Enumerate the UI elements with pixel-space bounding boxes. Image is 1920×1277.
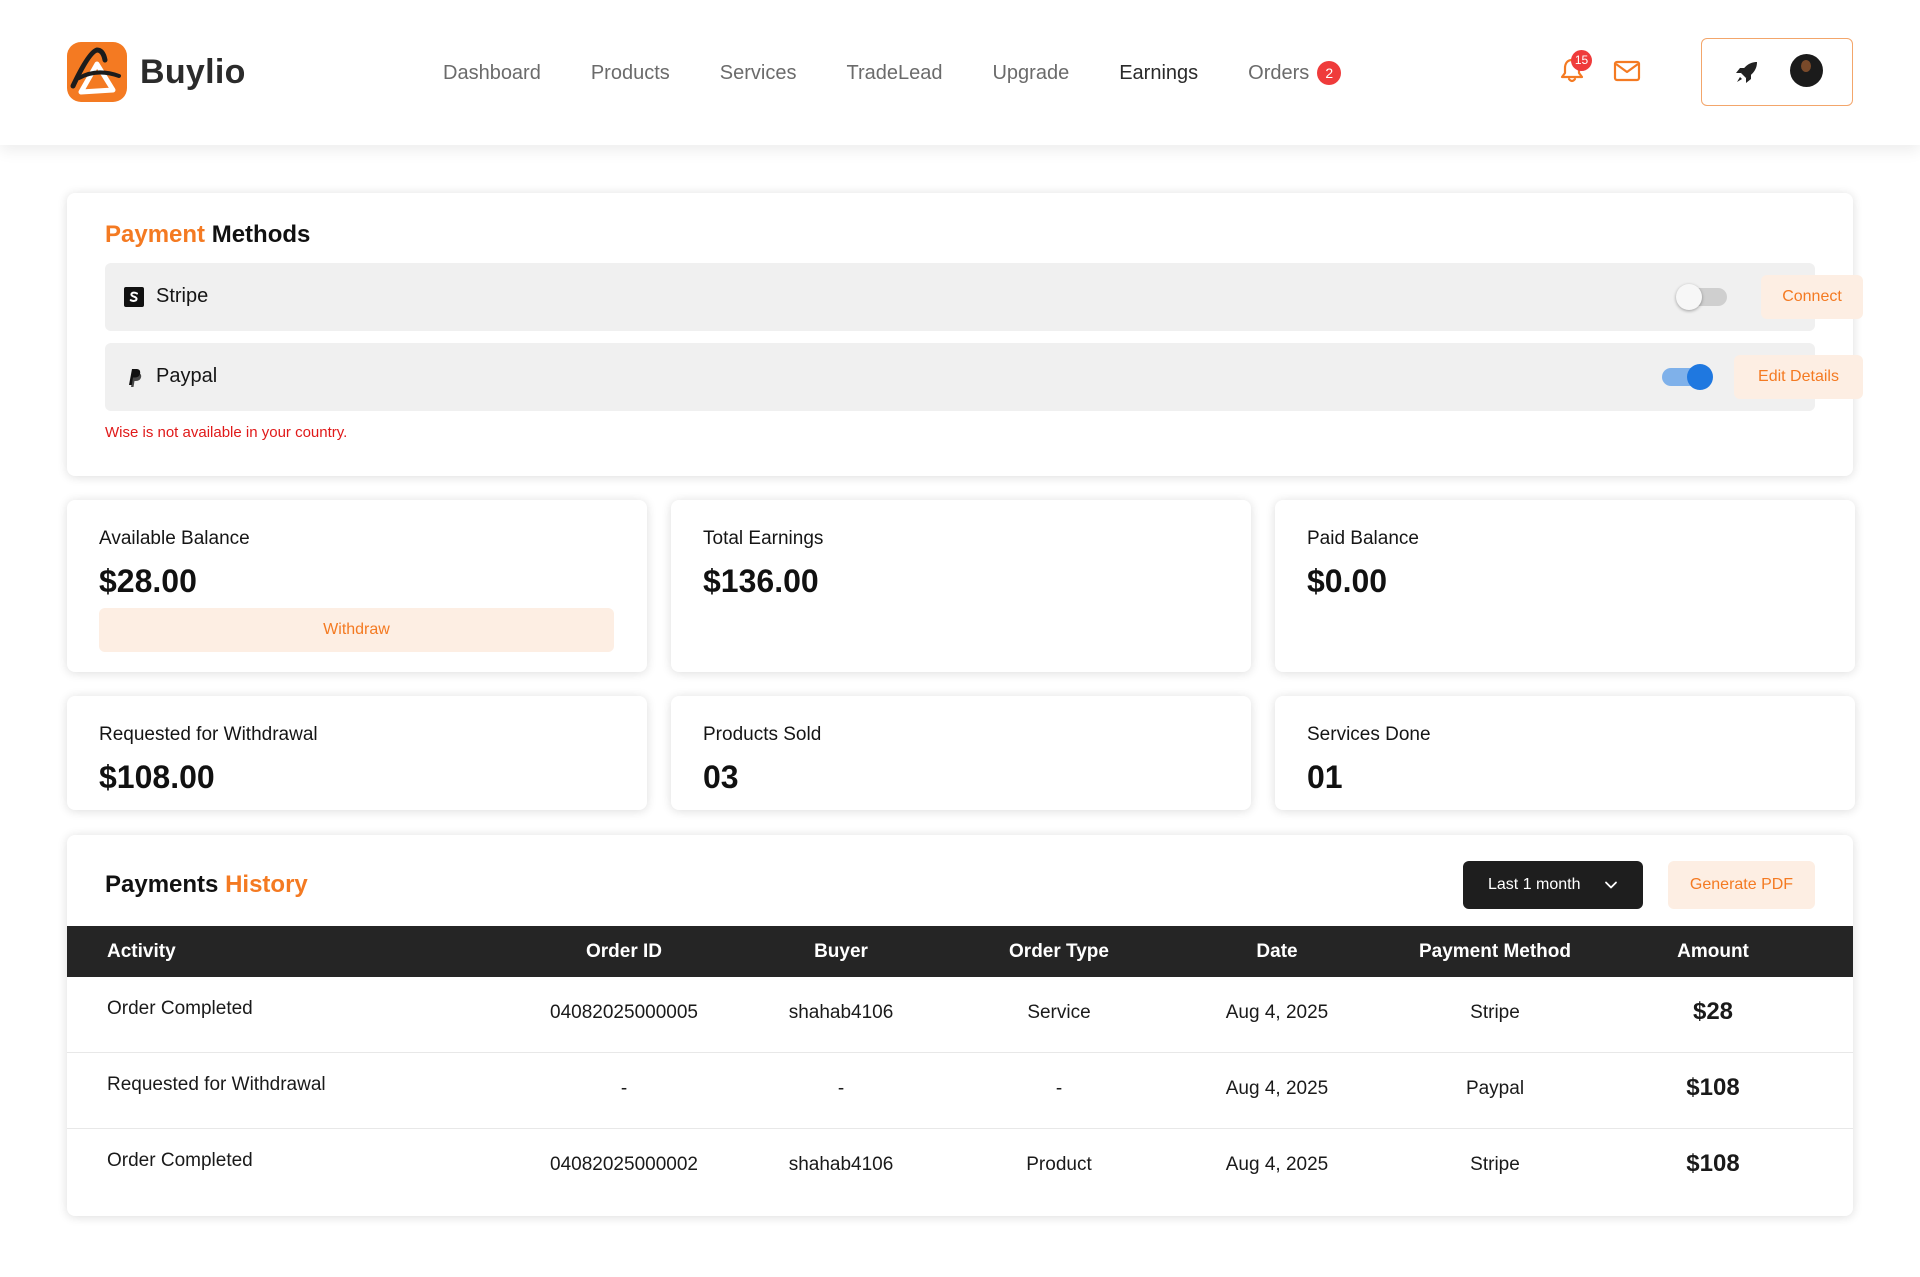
cell-order-id: 04082025000002	[550, 1154, 698, 1175]
table-row[interactable]: Order Completed 04082025000002 shahab410…	[67, 1129, 1853, 1205]
top-header: Buylio Dashboard Products Services Trade…	[0, 0, 1920, 145]
stat-label: Products Sold	[703, 724, 822, 745]
stat-value: $0.00	[1307, 563, 1388, 599]
nav-dashboard[interactable]: Dashboard	[443, 62, 541, 85]
table-header: Activity Order ID Buyer Order Type Date …	[67, 926, 1853, 977]
cell-activity: Requested for Withdrawal	[107, 1074, 326, 1095]
stat-label: Available Balance	[99, 528, 250, 549]
stat-available-balance: Available Balance $28.00 Withdraw	[67, 500, 647, 672]
toggle-knob	[1676, 284, 1702, 310]
cell-buyer: shahab4106	[788, 1002, 894, 1023]
cell-order-type: Service	[1027, 1002, 1091, 1023]
toggle-knob	[1687, 364, 1713, 390]
nav-orders-label: Orders	[1248, 61, 1310, 84]
cell-buyer: shahab4106	[788, 1154, 894, 1175]
cell-activity: Order Completed	[107, 1150, 253, 1171]
main-nav: Dashboard Products Services TradeLead Up…	[443, 58, 1391, 88]
cell-date: Aug 4, 2025	[1225, 1002, 1329, 1023]
period-select-value: Last 1 month	[1488, 876, 1581, 893]
generate-pdf-button[interactable]: Generate PDF	[1668, 861, 1815, 909]
stat-paid-balance: Paid Balance $0.00	[1275, 500, 1855, 672]
nav-tradelead[interactable]: TradeLead	[846, 62, 942, 85]
cell-order-id: 04082025000005	[550, 1002, 698, 1023]
title-rest: Payments	[105, 871, 219, 898]
brand-logo[interactable]: Buylio	[67, 42, 246, 102]
nav-upgrade[interactable]: Upgrade	[992, 62, 1069, 85]
stat-services-done: Services Done 01	[1275, 696, 1855, 810]
cell-order-type: -	[1055, 1078, 1063, 1099]
nav-earnings[interactable]: Earnings	[1119, 62, 1198, 85]
nav-orders[interactable]: Orders 2	[1248, 61, 1342, 85]
cell-payment-method: Stripe	[1470, 1002, 1520, 1023]
payment-method-paypal: Paypal Edit Details	[105, 343, 1863, 411]
chevron-down-icon	[1605, 881, 1617, 889]
stat-value: $108.00	[99, 759, 215, 795]
notification-count-badge: 15	[1571, 50, 1592, 71]
rocket-icon[interactable]	[1733, 58, 1761, 86]
payment-methods-title: Payment Methods	[105, 221, 310, 249]
paypal-icon	[129, 369, 142, 387]
cell-buyer: -	[837, 1078, 845, 1099]
period-select[interactable]: Last 1 month	[1463, 861, 1643, 909]
wise-unavailable-note: Wise is not available in your country.	[105, 424, 348, 441]
cell-amount: $108	[1686, 1150, 1740, 1177]
paypal-toggle[interactable]	[1662, 364, 1713, 390]
paypal-label: Paypal	[156, 365, 218, 387]
column-buyer: Buyer	[814, 941, 868, 962]
stat-value: 01	[1307, 759, 1343, 795]
table-row[interactable]: Order Completed 04082025000005 shahab410…	[67, 977, 1853, 1053]
stat-label: Services Done	[1307, 724, 1431, 745]
payment-methods-card: Payment Methods Stripe Connect Paypal Ed…	[67, 193, 1863, 476]
title-accent: Payment	[105, 221, 206, 248]
user-menu[interactable]	[1701, 38, 1853, 106]
cell-order-type: Product	[1026, 1154, 1092, 1175]
stripe-connect-button[interactable]: Connect	[1761, 275, 1863, 319]
brand-name: Buylio	[140, 52, 246, 91]
cell-payment-method: Paypal	[1465, 1078, 1525, 1099]
nav-products[interactable]: Products	[591, 62, 670, 85]
column-payment-method: Payment Method	[1418, 941, 1572, 962]
stripe-toggle[interactable]	[1676, 284, 1727, 310]
cell-date: Aug 4, 2025	[1225, 1078, 1329, 1099]
stripe-label: Stripe	[156, 285, 209, 307]
avatar[interactable]	[1790, 54, 1823, 87]
logo-icon	[67, 42, 127, 102]
stat-value: 03	[703, 759, 739, 795]
stat-requested-withdrawal: Requested for Withdrawal $108.00	[67, 696, 647, 810]
stat-products-sold: Products Sold 03	[671, 696, 1251, 810]
stat-label: Requested for Withdrawal	[99, 724, 318, 745]
cell-order-id: -	[620, 1078, 628, 1099]
mail-icon[interactable]	[1613, 59, 1641, 83]
nav-services[interactable]: Services	[720, 62, 797, 85]
cell-payment-method: Stripe	[1470, 1154, 1520, 1175]
stat-value: $136.00	[703, 563, 819, 599]
column-date: Date	[1256, 941, 1298, 962]
payment-method-stripe: Stripe Connect	[105, 263, 1863, 331]
column-amount: Amount	[1677, 941, 1749, 962]
column-activity: Activity	[107, 941, 176, 962]
stripe-icon	[124, 287, 144, 307]
table-row[interactable]: Requested for Withdrawal - - - Aug 4, 20…	[67, 1053, 1853, 1129]
withdraw-button[interactable]: Withdraw	[99, 608, 614, 652]
stat-total-earnings: Total Earnings $136.00	[671, 500, 1251, 672]
payments-history-title: Payments History	[105, 871, 308, 899]
stat-label: Total Earnings	[703, 528, 824, 549]
stat-label: Paid Balance	[1307, 528, 1419, 549]
title-rest: Methods	[211, 221, 311, 248]
cell-amount: $108	[1686, 1074, 1740, 1101]
stat-value: $28.00	[99, 563, 197, 599]
payments-history-card: Payments History Last 1 month Generate P…	[67, 835, 1853, 1216]
cell-activity: Order Completed	[107, 998, 253, 1019]
orders-count-badge: 2	[1317, 61, 1342, 85]
column-order-id: Order ID	[585, 941, 663, 962]
title-accent: History	[225, 871, 308, 898]
cell-amount: $28	[1692, 998, 1734, 1025]
column-order-type: Order Type	[1009, 941, 1109, 962]
cell-date: Aug 4, 2025	[1225, 1154, 1329, 1175]
paypal-edit-details-button[interactable]: Edit Details	[1734, 355, 1863, 399]
